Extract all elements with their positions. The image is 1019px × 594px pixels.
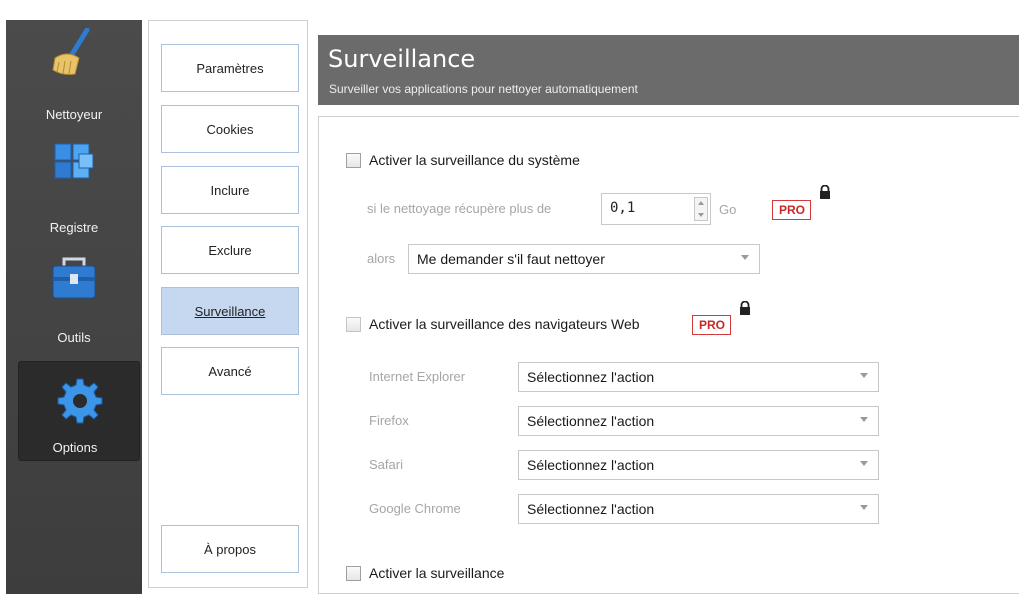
subnav-exclure[interactable]: Exclure [161,226,299,274]
subnav-parametres[interactable]: Paramètres [161,44,299,92]
then-action-value: Me demander s'il faut nettoyer [417,251,605,267]
lock-icon [820,185,830,199]
page-title: Surveillance [328,45,476,73]
nav-options[interactable]: Options [18,361,140,461]
bottom-monitoring-checkbox[interactable] [346,566,361,581]
threshold-value: 0,1 [610,200,636,216]
spin-up-icon[interactable] [698,201,704,205]
subnav-inclure[interactable]: Inclure [161,166,299,214]
then-action-select[interactable]: Me demander s'il faut nettoyer [408,244,760,274]
browser-action-select[interactable]: Sélectionnez l'action [518,494,879,524]
chevron-down-icon [860,417,868,422]
gear-icon [57,378,103,424]
nav-label: Options [52,440,98,455]
subnav-a-propos[interactable]: À propos [161,525,299,573]
subnav-cookies[interactable]: Cookies [161,105,299,153]
page-subtitle: Surveiller vos applications pour nettoye… [329,82,638,96]
nav-nettoyeur[interactable]: Nettoyeur [6,20,142,130]
threshold-input[interactable]: 0,1 [601,193,711,225]
bottom-monitoring-label: Activer la surveillance [369,565,505,581]
chevron-down-icon [860,461,868,466]
browser-action-select[interactable]: Sélectionnez l'action [518,362,879,392]
nav-registre[interactable]: Registre [6,128,142,238]
browser-action-select[interactable]: Sélectionnez l'action [518,450,879,480]
spin-down-icon[interactable] [698,213,704,217]
threshold-unit: Go [719,202,737,217]
subnav-surveillance[interactable]: Surveillance [161,287,299,335]
browser-name: Safari [369,457,403,472]
registry-cubes-icon [54,143,94,179]
then-label: alors [367,251,396,266]
browser-name: Firefox [369,413,409,428]
nav-label: Nettoyeur [45,107,103,122]
browser-action-select[interactable]: Sélectionnez l'action [518,406,879,436]
chevron-down-icon [741,255,749,260]
browser-monitoring-checkbox[interactable] [346,317,361,332]
browser-action-value: Sélectionnez l'action [527,457,655,473]
nav-label: Outils [57,330,91,345]
nav-outils[interactable]: Outils [6,245,142,355]
nav-label: Registre [49,220,99,235]
app-sidebar: Nettoyeur Registre Outils Options [6,20,142,594]
broom-icon [52,28,90,75]
browser-action-value: Sélectionnez l'action [527,413,655,429]
browser-action-value: Sélectionnez l'action [527,369,655,385]
threshold-prefix-label: si le nettoyage récupère plus de [367,201,552,216]
browser-monitoring-label: Activer la surveillance des navigateurs … [369,316,640,332]
threshold-spinner[interactable] [694,197,708,221]
options-subnav: Paramètres Cookies Inclure Exclure Surve… [148,20,308,588]
page-header: Surveillance Surveiller vos applications… [318,35,1019,105]
toolbox-icon [52,257,96,299]
surveillance-panel: Activer la surveillance du système si le… [318,116,1019,594]
browser-action-value: Sélectionnez l'action [527,501,655,517]
chevron-down-icon [860,373,868,378]
chevron-down-icon [860,505,868,510]
browser-name: Internet Explorer [369,369,466,384]
system-monitoring-checkbox[interactable] [346,153,361,168]
subnav-avance[interactable]: Avancé [161,347,299,395]
lock-icon [740,301,750,315]
pro-badge[interactable]: PRO [772,200,812,220]
pro-badge[interactable]: PRO [692,315,732,335]
system-monitoring-label: Activer la surveillance du système [369,152,580,168]
browser-name: Google Chrome [369,501,461,516]
